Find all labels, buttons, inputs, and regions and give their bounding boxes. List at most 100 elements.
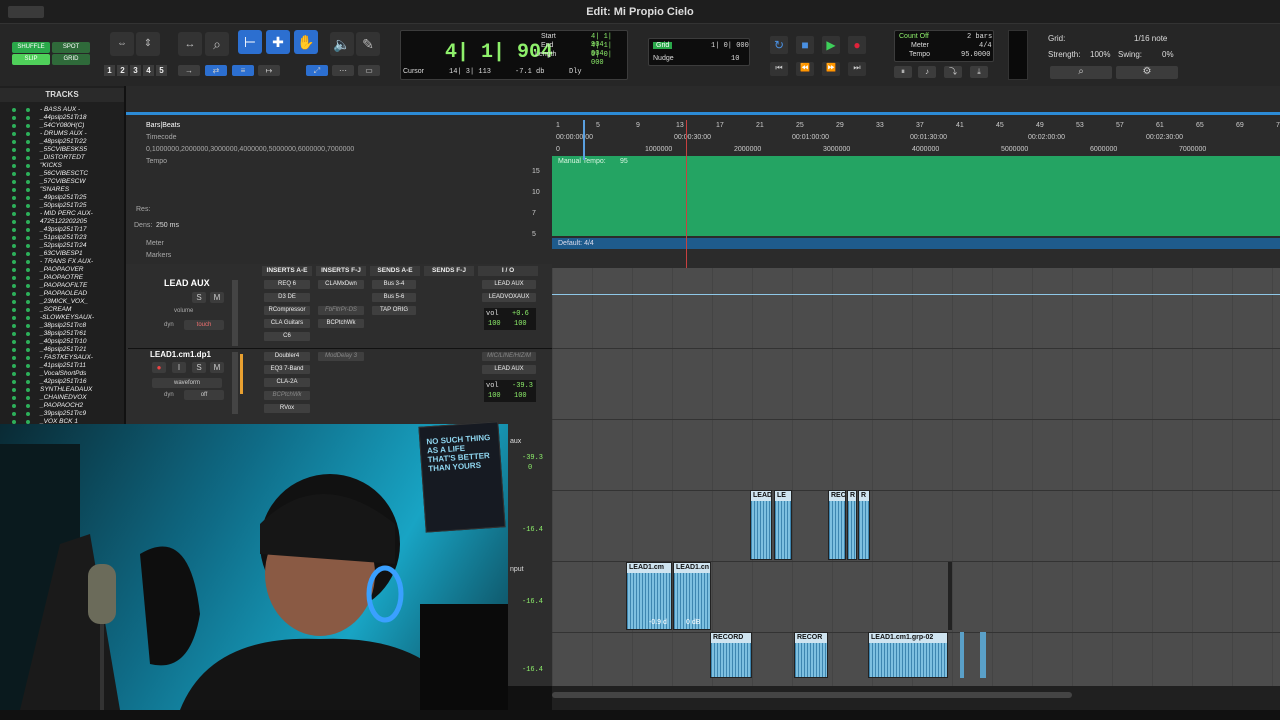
- show-dot-icon[interactable]: [26, 156, 30, 160]
- active-dot-icon[interactable]: [12, 244, 16, 248]
- small-clip[interactable]: [960, 632, 964, 678]
- show-dot-icon[interactable]: [26, 140, 30, 144]
- insert-c[interactable]: RCompressor: [264, 306, 310, 315]
- tracks-header[interactable]: TRACKS: [0, 88, 124, 102]
- zoom-vertical-icon[interactable]: ⇕: [136, 32, 160, 56]
- io-output-2[interactable]: LEAD AUX: [482, 365, 536, 374]
- volume-pan-display-2[interactable]: vol -39.3 100 100: [484, 380, 536, 402]
- track-list-item[interactable]: _50pslp251Tr25: [0, 202, 124, 210]
- automation-mode[interactable]: touch: [184, 320, 224, 330]
- track-list-item[interactable]: _63CVIBESP1: [0, 250, 124, 258]
- input-monitor-button[interactable]: I: [172, 362, 186, 373]
- track-list-item[interactable]: _38pslp251Trc8: [0, 322, 124, 330]
- dyn-label[interactable]: dyn: [164, 322, 174, 328]
- track-list-item[interactable]: 4725122202205: [0, 218, 124, 226]
- track-list-item[interactable]: SYNTHLEADAUX: [0, 386, 124, 394]
- active-dot-icon[interactable]: [12, 356, 16, 360]
- track-list-item[interactable]: _51pslp251Tr23: [0, 234, 124, 242]
- track-list-item[interactable]: _41pslp251Tr11: [0, 362, 124, 370]
- track-list-item[interactable]: _57CVIBESCW: [0, 178, 124, 186]
- swing-value[interactable]: 0%: [1162, 50, 1174, 59]
- track-list-item[interactable]: - TRANS FX AUX-: [0, 258, 124, 266]
- tempo-ruler-label[interactable]: Tempo: [146, 158, 167, 165]
- nudge-value[interactable]: 10: [731, 55, 739, 63]
- active-dot-icon[interactable]: [12, 388, 16, 392]
- samples-ruler-label[interactable]: 0,1000000,2000000,3000000,4000000,500000…: [146, 146, 354, 153]
- audio-clip[interactable]: LEAD1.cm -0.9 d: [626, 562, 672, 630]
- active-dot-icon[interactable]: [12, 300, 16, 304]
- bottom-scrollbar[interactable]: [552, 686, 1280, 710]
- show-dot-icon[interactable]: [26, 244, 30, 248]
- track-name-lead-aux[interactable]: LEAD AUX: [164, 278, 210, 288]
- track-list-item[interactable]: - DRUMS AUX -: [0, 130, 124, 138]
- active-dot-icon[interactable]: [12, 148, 16, 152]
- active-dot-icon[interactable]: [12, 364, 16, 368]
- selector-tool-icon[interactable]: ✚: [266, 30, 290, 54]
- show-dot-icon[interactable]: [26, 252, 30, 256]
- grid-mode-button[interactable]: GRID: [52, 54, 90, 65]
- active-dot-icon[interactable]: [12, 140, 16, 144]
- active-dot-icon[interactable]: [12, 324, 16, 328]
- show-dot-icon[interactable]: [26, 228, 30, 232]
- rewind-icon[interactable]: ⏪: [796, 62, 814, 76]
- dly-label[interactable]: Dly: [569, 68, 582, 76]
- pencil-tool-icon[interactable]: ✎: [356, 32, 380, 56]
- track-list-item[interactable]: _44pslp251Tr18: [0, 114, 124, 122]
- send-b[interactable]: Bus 5-6: [372, 293, 416, 302]
- show-dot-icon[interactable]: [26, 380, 30, 384]
- track-list-item[interactable]: _39pslp251Trc9: [0, 410, 124, 418]
- audio-clip[interactable]: LEAD1.cm1.grp-02: [868, 632, 948, 678]
- show-dot-icon[interactable]: [26, 324, 30, 328]
- metronome-icon[interactable]: ⏸: [894, 66, 912, 78]
- show-dot-icon[interactable]: [26, 196, 30, 200]
- show-dot-icon[interactable]: [26, 108, 30, 112]
- active-dot-icon[interactable]: [12, 372, 16, 376]
- active-dot-icon[interactable]: [12, 404, 16, 408]
- active-dot-icon[interactable]: [12, 172, 16, 176]
- midi-merge-icon[interactable]: ♪: [918, 66, 936, 78]
- mirror-midi-icon[interactable]: ⤢: [306, 65, 328, 76]
- play-icon[interactable]: ▶: [822, 36, 840, 54]
- quantize-settings-icon[interactable]: ⚙: [1116, 66, 1178, 79]
- track-list-item[interactable]: _PAOPAOTRE: [0, 274, 124, 282]
- track-list-item[interactable]: _PAOPAOFILTE: [0, 282, 124, 290]
- bars-beats-ruler-label[interactable]: Bars|Beats: [146, 122, 180, 129]
- timecode-ruler-label[interactable]: Timecode: [146, 134, 176, 141]
- audio-clip[interactable]: RECORD: [710, 632, 752, 678]
- insert-a[interactable]: REQ 6: [264, 280, 310, 289]
- volume-pan-display[interactable]: vol +0.6 100 100: [484, 308, 536, 330]
- active-dot-icon[interactable]: [12, 292, 16, 296]
- active-dot-icon[interactable]: [12, 220, 16, 224]
- record-icon[interactable]: ●: [848, 36, 866, 54]
- track-list-item[interactable]: _SCREAM: [0, 306, 124, 314]
- insert-h[interactable]: FbFltrPr-DS: [318, 306, 364, 315]
- length-value[interactable]: 0| 0| 000: [591, 51, 627, 67]
- show-dot-icon[interactable]: [26, 164, 30, 168]
- active-dot-icon[interactable]: [12, 132, 16, 136]
- grid-label[interactable]: Grid: [653, 42, 673, 49]
- show-dot-icon[interactable]: [26, 316, 30, 320]
- show-dot-icon[interactable]: [26, 348, 30, 352]
- quantize-grid-value[interactable]: 1/16 note: [1134, 34, 1167, 43]
- spot-mode-button[interactable]: SPOT: [52, 42, 90, 53]
- return-to-zero-icon[interactable]: ⏮: [770, 62, 788, 76]
- active-dot-icon[interactable]: [12, 196, 16, 200]
- insert-b-2[interactable]: EQ3 7-Band: [264, 365, 310, 374]
- tempo-track[interactable]: Manual Tempo: 95: [552, 156, 1280, 236]
- track-list-item[interactable]: _46pslp251Tr21: [0, 346, 124, 354]
- show-dot-icon[interactable]: [26, 172, 30, 176]
- show-dot-icon[interactable]: [26, 188, 30, 192]
- show-dot-icon[interactable]: [26, 124, 30, 128]
- track-list-item[interactable]: _42pslp251Tr16: [0, 378, 124, 386]
- active-dot-icon[interactable]: [12, 204, 16, 208]
- volume-view-label[interactable]: volume: [174, 308, 193, 314]
- track-list-item[interactable]: - FASTKEYSAUX-: [0, 354, 124, 362]
- track-list-item[interactable]: -SLOWKEYSAUX-: [0, 314, 124, 322]
- insert-d[interactable]: CLA Guitars: [264, 319, 310, 328]
- active-dot-icon[interactable]: [12, 188, 16, 192]
- zoomer-tool-icon[interactable]: ⌕: [205, 32, 229, 56]
- track-list-item[interactable]: _CHAINEDVOX: [0, 394, 124, 402]
- track-list-item[interactable]: _PAOPAOCH2: [0, 402, 124, 410]
- meter-value[interactable]: 4/4: [979, 42, 992, 50]
- active-dot-icon[interactable]: [12, 108, 16, 112]
